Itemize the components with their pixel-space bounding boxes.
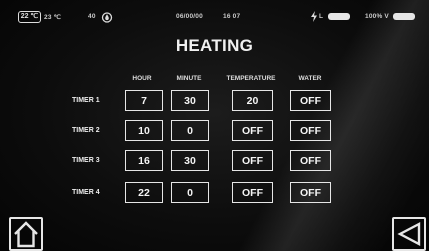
status-bar: 22 ℃ 23 ℃ 40 06/00/00 16 07 L 100% V [0,0,429,26]
timer-3-minute[interactable]: 30 [171,150,209,171]
timer-1-water[interactable]: OFF [290,90,331,111]
timer-2-label: TIMER 2 [72,127,100,134]
timer-3-water[interactable]: OFF [290,150,331,171]
timer-2-minute[interactable]: 0 [171,120,209,141]
timer-4-minute[interactable]: 0 [171,182,209,203]
battery-indicator-1 [328,13,350,20]
lightning-icon [311,11,317,22]
column-header-minute: MINUTE [176,75,202,82]
timer-1-minute[interactable]: 30 [171,90,209,111]
humidity-value: 40 [88,13,96,20]
column-header-hour: HOUR [132,75,152,82]
heating-screen: 22 ℃ 23 ℃ 40 06/00/00 16 07 L 100% V HEA… [0,0,429,251]
timer-3-temperature[interactable]: OFF [232,150,273,171]
battery-label: 100% V [365,13,389,20]
back-button[interactable] [392,217,426,251]
timer-3-label: TIMER 3 [72,157,100,164]
column-header-temperature: TEMPERATURE [226,75,276,82]
signal-label: L [319,13,324,20]
timer-4-hour[interactable]: 22 [125,182,163,203]
current-temperature: 23 ℃ [44,14,62,21]
timer-3-hour[interactable]: 16 [125,150,163,171]
timer-1-hour[interactable]: 7 [125,90,163,111]
date: 06/00/00 [176,13,203,20]
room-temperature-badge: 22 ℃ [18,11,41,23]
home-icon [14,221,38,248]
column-header-water: WATER [298,75,322,82]
timer-4-water[interactable]: OFF [290,182,331,203]
timer-1-label: TIMER 1 [72,97,100,104]
home-button[interactable] [9,217,43,251]
timer-2-hour[interactable]: 10 [125,120,163,141]
page-title: HEATING [175,36,254,55]
timer-1-temperature[interactable]: 20 [232,90,273,111]
timer-4-temperature[interactable]: OFF [232,182,273,203]
water-drop-icon [101,12,113,23]
time: 16 07 [223,13,241,20]
timer-4-label: TIMER 4 [72,189,100,196]
battery-indicator-2 [393,13,415,20]
timer-2-water[interactable]: OFF [290,120,331,141]
timer-2-temperature[interactable]: OFF [232,120,273,141]
back-triangle-icon [397,222,421,246]
